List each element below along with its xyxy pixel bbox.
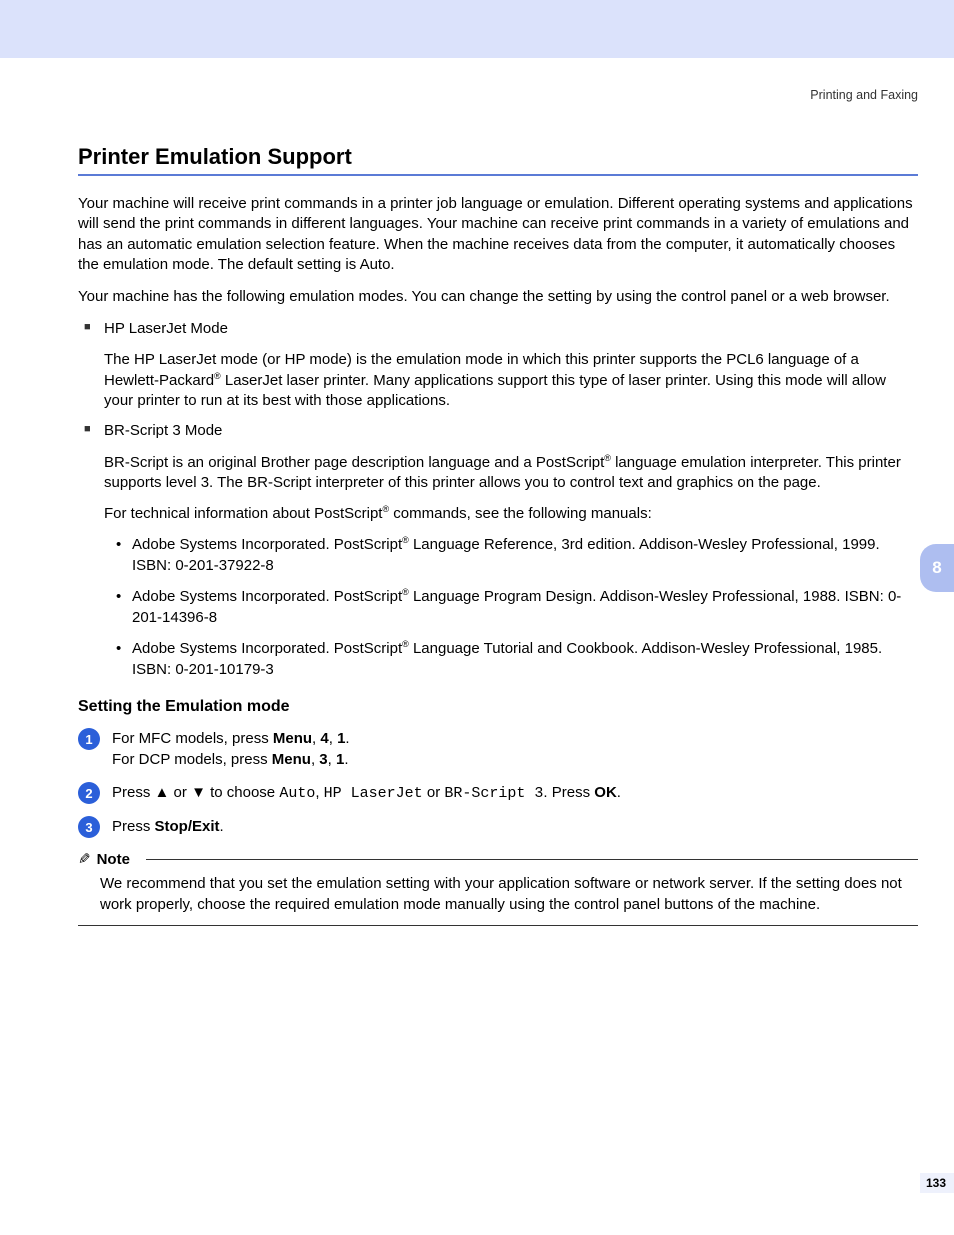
title-rule [78, 174, 918, 176]
chapter-tab: 8 [920, 544, 954, 592]
mode-br-body: BR-Script is an original Brother page de… [104, 452, 918, 494]
step-2-text: Press ▲ or ▼ to choose Auto, HP LaserJet… [112, 782, 621, 804]
step-1-text: For MFC models, press Menu, 4, 1. For DC… [112, 728, 350, 770]
running-header: Printing and Faxing [78, 88, 918, 102]
reference-1: Adobe Systems Incorporated. PostScript® … [116, 534, 918, 576]
mode-br-title: BR-Script 3 Mode [104, 422, 222, 439]
reference-3: Adobe Systems Incorporated. PostScript® … [116, 638, 918, 680]
registered-icon: ® [604, 453, 611, 463]
intro-paragraph-1: Your machine will receive print commands… [78, 194, 918, 275]
note-rule-bottom [78, 925, 918, 926]
note-pencil-icon: ✎ [78, 850, 91, 868]
up-arrow-icon: ▲ [155, 784, 170, 801]
top-banner [0, 0, 954, 58]
registered-icon: ® [402, 639, 409, 649]
registered-icon: ® [402, 587, 409, 597]
step-3: 3 Press Stop/Exit. [78, 816, 918, 838]
reference-list: Adobe Systems Incorporated. PostScript® … [116, 534, 918, 680]
note-block: ✎ Note We recommend that you set the emu… [78, 850, 918, 926]
down-arrow-icon: ▼ [191, 784, 206, 801]
mode-br-info: For technical information about PostScri… [104, 503, 918, 524]
step-2: 2 Press ▲ or ▼ to choose Auto, HP LaserJ… [78, 782, 918, 804]
registered-icon: ® [214, 371, 221, 381]
note-body: We recommend that you set the emulation … [100, 874, 918, 915]
mode-hp-laserjet: HP LaserJet Mode The HP LaserJet mode (o… [84, 319, 918, 411]
step-badge-1: 1 [78, 728, 100, 750]
step-badge-3: 3 [78, 816, 100, 838]
mode-hp-title: HP LaserJet Mode [104, 320, 228, 337]
registered-icon: ® [402, 535, 409, 545]
step-badge-2: 2 [78, 782, 100, 804]
section-title: Printer Emulation Support [78, 144, 918, 170]
intro-paragraph-2: Your machine has the following emulation… [78, 287, 918, 307]
note-label: Note [97, 851, 130, 868]
subheading-setting-emulation: Setting the Emulation mode [78, 698, 918, 716]
emulation-mode-list: HP LaserJet Mode The HP LaserJet mode (o… [84, 319, 918, 680]
mode-br-script: BR-Script 3 Mode BR-Script is an origina… [84, 421, 918, 680]
page-body: Printing and Faxing Printer Emulation Su… [0, 58, 954, 1235]
step-1: 1 For MFC models, press Menu, 4, 1. For … [78, 728, 918, 770]
page-number: 133 [920, 1173, 954, 1193]
mode-hp-body: The HP LaserJet mode (or HP mode) is the… [104, 350, 918, 412]
step-3-text: Press Stop/Exit. [112, 816, 224, 837]
reference-2: Adobe Systems Incorporated. PostScript® … [116, 586, 918, 628]
note-rule-top [146, 859, 918, 860]
note-header: ✎ Note [78, 850, 918, 868]
